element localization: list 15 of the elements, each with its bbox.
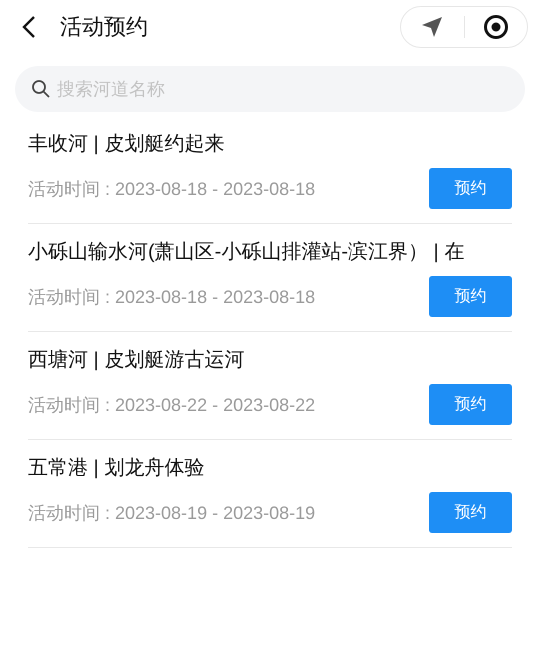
location-arrow-icon[interactable] bbox=[421, 16, 444, 38]
target-icon[interactable] bbox=[482, 14, 509, 40]
activity-title: 小砾山输水河(萧山区-小砾山排灌站-滨江界） | 在 bbox=[28, 240, 466, 265]
activity-time: 活动时间 : 2023-08-19 - 2023-08-19 bbox=[28, 502, 316, 524]
activity-title: 西塘河 | 皮划艇游古运河 bbox=[28, 348, 246, 373]
reserve-button[interactable]: 预约 bbox=[429, 492, 512, 533]
activity-time: 活动时间 : 2023-08-18 - 2023-08-18 bbox=[28, 178, 316, 200]
activity-title: 五常港 | 划龙舟体验 bbox=[28, 456, 206, 481]
activity-time: 活动时间 : 2023-08-18 - 2023-08-18 bbox=[28, 286, 316, 308]
activity-title: 丰收河 | 皮划艇约起来 bbox=[28, 132, 226, 157]
page-title: 活动预约 bbox=[60, 13, 149, 41]
activity-time: 活动时间 : 2023-08-22 - 2023-08-22 bbox=[28, 394, 316, 416]
reserve-button[interactable]: 预约 bbox=[429, 276, 512, 317]
reserve-button[interactable]: 预约 bbox=[429, 384, 512, 425]
reserve-button[interactable]: 预约 bbox=[429, 168, 512, 209]
